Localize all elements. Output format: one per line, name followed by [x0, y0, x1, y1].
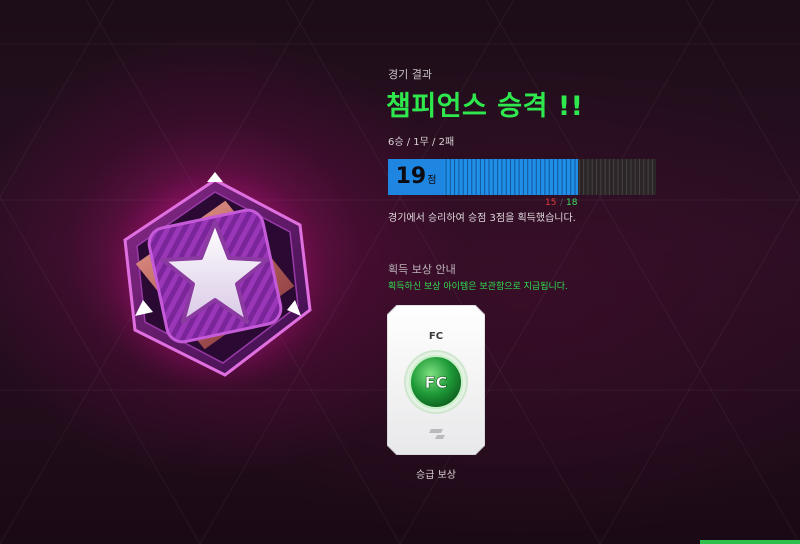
threshold-marker-green: 18 [566, 198, 578, 208]
reward-section-title: 획득 보상 안내 [388, 263, 456, 276]
reward-card[interactable]: FC FC [387, 305, 485, 455]
points-unit: 점 [427, 175, 437, 186]
coin-text: FC [425, 373, 448, 392]
threshold-divider: / [560, 198, 564, 208]
points-description: 경기에서 승리하여 승점 3점을 획득했습니다. [388, 213, 576, 224]
points-progress-bar: 19 점 [388, 159, 656, 195]
match-result-label: 경기 결과 [388, 68, 432, 81]
confirm-button-edge[interactable] [700, 540, 800, 544]
points-value: 19 [395, 164, 427, 189]
win-draw-loss-record: 6승 / 1무 / 2패 [388, 137, 455, 148]
star-badge-icon [97, 160, 333, 390]
threshold-marker-red: 15 [545, 198, 557, 208]
reward-card-label: 승급 보상 [416, 470, 456, 481]
card-title: FC [429, 331, 443, 342]
reward-note: 획득하신 보상 아이템은 보관함으로 지급됩니다. [388, 282, 568, 292]
points-badge: 19 점 [388, 159, 444, 195]
promotion-headline: 챔피언스 승격 !! [386, 91, 584, 122]
